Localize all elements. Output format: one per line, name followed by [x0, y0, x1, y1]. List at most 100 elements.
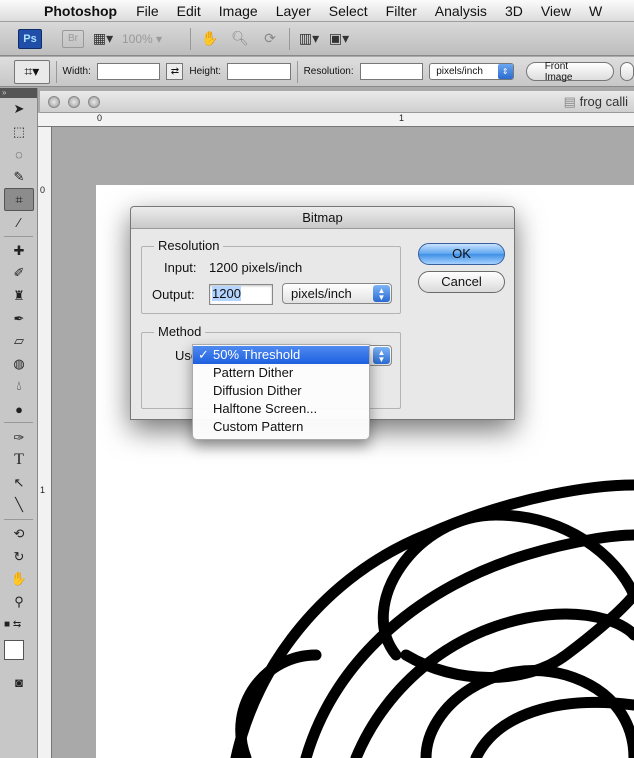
3d-orbit-tool-icon[interactable]: ↻	[4, 545, 34, 568]
healing-brush-tool-icon[interactable]: ✚	[4, 240, 34, 263]
application-bar: Ps Br ▦▾ 100% ▾ ✋ 🔍︎ ⟳ ▥▾ ▣▾	[0, 22, 634, 56]
marquee-tool-icon[interactable]: ⬚	[4, 121, 34, 144]
blur-tool-icon[interactable]: 💧︎	[4, 375, 34, 398]
lasso-tool-icon[interactable]: ◌	[4, 143, 34, 166]
collapse-panel-icon[interactable]: »	[0, 88, 37, 98]
height-field[interactable]	[227, 63, 291, 80]
type-tool-icon[interactable]: T	[4, 449, 34, 472]
document-icon: ▤	[563, 93, 580, 109]
rotate-view-icon[interactable]: ⟳	[259, 30, 281, 48]
menu-filter[interactable]: Filter	[377, 3, 426, 19]
resolution-unit-value: pixels/inch	[436, 66, 483, 77]
quick-selection-tool-icon[interactable]: ✎	[4, 166, 34, 189]
3d-rotate-tool-icon[interactable]: ⟲	[4, 523, 34, 546]
menu-item-50-threshold[interactable]: ✓ 50% Threshold	[193, 346, 369, 364]
path-selection-tool-icon[interactable]: ↖	[4, 472, 34, 495]
eyedropper-tool-icon[interactable]: ⁄	[4, 211, 34, 234]
paint-bucket-tool-icon[interactable]: ◍	[4, 353, 34, 376]
input-resolution-value: 1200 pixels/inch	[209, 260, 303, 275]
output-unit-select[interactable]: pixels/inch ▲ ▼	[282, 283, 392, 304]
menu-item-diffusion-dither[interactable]: Diffusion Dither	[193, 382, 369, 400]
clone-stamp-tool-icon[interactable]: ♜	[4, 285, 34, 308]
output-resolution-field[interactable]: 1200	[209, 284, 273, 305]
crop-icon: ⌗	[24, 63, 33, 79]
divider	[4, 422, 33, 424]
method-dropdown-menu: ✓ 50% Threshold Pattern Dither Diffusion …	[192, 344, 370, 440]
menu-layer[interactable]: Layer	[267, 3, 320, 19]
quick-mask-icon[interactable]: ◙	[4, 672, 34, 695]
tools-panel: » ➤ ⬚ ◌ ✎ ⌗ ⁄ ✚ ✐ ♜ ✒ ▱ ◍ 💧︎ ● ✑ T ↖ ╲ ⟲…	[0, 88, 38, 758]
launch-bridge-button[interactable]: Br	[62, 29, 84, 48]
ruler-tick-label: 1	[40, 485, 46, 495]
document-title: ▤ frog calli	[564, 94, 628, 110]
divider	[190, 27, 191, 50]
resolution-label: Resolution:	[303, 66, 354, 77]
hand-tool-icon[interactable]: ✋	[199, 30, 221, 48]
minimize-window-icon[interactable]	[68, 95, 80, 108]
pen-tool-icon[interactable]: ✑	[4, 426, 34, 449]
ruler-tick-label: 0	[97, 113, 103, 123]
eraser-tool-icon[interactable]: ▱	[4, 330, 34, 353]
horizontal-ruler[interactable]: 0 1	[38, 113, 634, 127]
menu-3d[interactable]: 3D	[496, 3, 532, 19]
resolution-unit-select[interactable]: pixels/inch ⇕	[429, 63, 514, 80]
crop-tool-icon[interactable]: ⌗	[4, 188, 34, 211]
menu-view[interactable]: View	[532, 3, 580, 19]
menu-app[interactable]: Photoshop	[40, 3, 127, 19]
menu-item-halftone-screen[interactable]: Halftone Screen...	[193, 400, 369, 418]
screen-mode-icon[interactable]: ▣▾	[328, 30, 350, 48]
output-unit-value: pixels/inch	[291, 286, 352, 301]
dodge-tool-icon[interactable]: ●	[4, 398, 34, 421]
menu-image[interactable]: Image	[210, 3, 267, 19]
view-extras-icon[interactable]: ▦▾	[92, 30, 114, 48]
output-resolution-value: 1200	[212, 286, 241, 301]
stepper-arrows-icon: ⇕	[497, 64, 513, 79]
cancel-button[interactable]: Cancel	[418, 271, 505, 293]
input-label: Input:	[164, 260, 197, 275]
zoom-level-value: 100%	[122, 31, 153, 46]
menu-edit[interactable]: Edit	[168, 3, 210, 19]
arrange-documents-icon[interactable]: ▥▾	[298, 30, 320, 48]
document-title-text: frog calli	[579, 93, 628, 109]
resolution-group-label: Resolution	[154, 238, 224, 253]
move-tool-icon[interactable]: ➤	[4, 98, 34, 121]
resolution-field[interactable]	[359, 63, 424, 80]
default-colors-icon[interactable]: ■ ⇆	[4, 613, 34, 636]
zoom-level-select[interactable]: 100% ▾	[122, 32, 182, 46]
close-window-icon[interactable]	[48, 95, 60, 108]
menu-window[interactable]: W	[580, 3, 611, 19]
menu-item-label: 50% Threshold	[213, 347, 301, 362]
hand-tool-icon[interactable]: ✋	[4, 568, 34, 591]
menu-file[interactable]: File	[127, 3, 168, 19]
width-field[interactable]	[96, 63, 161, 80]
zoom-tool-icon[interactable]: 🔍︎	[229, 30, 251, 48]
clear-button[interactable]	[620, 62, 634, 81]
ruler-tick-label: 1	[399, 113, 405, 123]
tool-preset-picker[interactable]: ⌗ ▾	[14, 59, 50, 84]
ruler-tick-label: 0	[40, 185, 46, 195]
vertical-ruler[interactable]: 0 1	[38, 127, 52, 758]
history-brush-tool-icon[interactable]: ✒	[4, 307, 34, 330]
zoom-window-icon[interactable]	[88, 95, 100, 108]
foreground-color-swatch[interactable]	[4, 639, 24, 660]
divider	[296, 60, 298, 83]
divider	[289, 27, 290, 50]
dialog-title: Bitmap	[131, 207, 514, 229]
line-tool-icon[interactable]: ╲	[4, 494, 34, 517]
output-label: Output:	[152, 287, 195, 302]
menu-select[interactable]: Select	[320, 3, 377, 19]
brush-tool-icon[interactable]: ✐	[4, 262, 34, 285]
menu-bar: Photoshop File Edit Image Layer Select F…	[0, 0, 634, 22]
width-label: Width:	[62, 66, 91, 77]
menu-analysis[interactable]: Analysis	[426, 3, 496, 19]
swap-dimensions-button[interactable]: ⇄	[166, 63, 184, 80]
stepper-arrows-icon: ▲ ▼	[373, 347, 390, 364]
menu-item-custom-pattern[interactable]: Custom Pattern	[193, 418, 369, 436]
photoshop-logo: Ps	[18, 28, 42, 49]
menu-item-pattern-dither[interactable]: Pattern Dither	[193, 364, 369, 382]
divider	[55, 60, 57, 83]
divider	[4, 235, 33, 238]
zoom-tool-icon[interactable]: ⚲	[4, 590, 34, 613]
ok-button[interactable]: OK	[418, 243, 505, 265]
front-image-button[interactable]: Front Image	[525, 61, 614, 83]
